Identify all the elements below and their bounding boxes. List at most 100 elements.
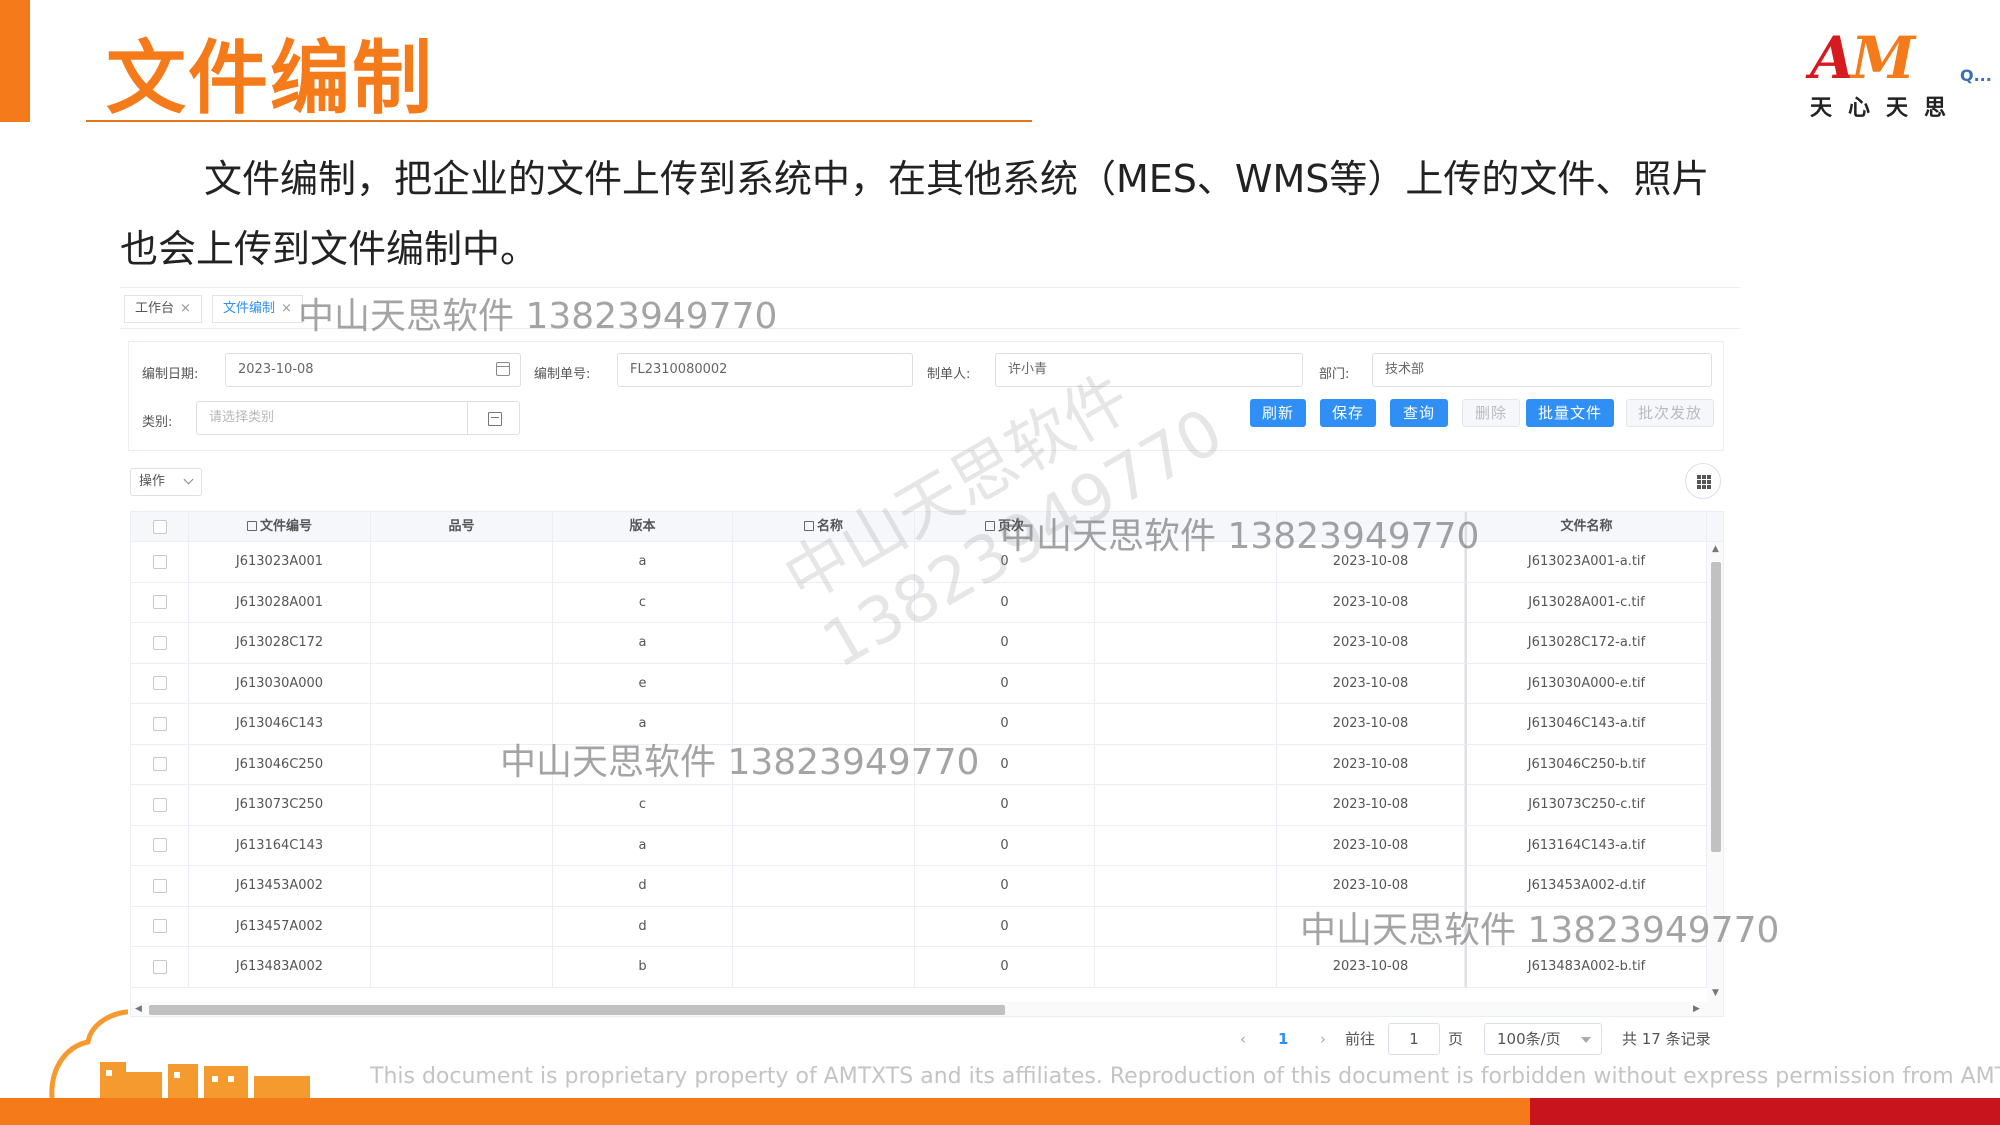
edit-icon [803,521,814,531]
cell-version: c [553,785,733,825]
order-number-field[interactable]: FL2310080002 [617,353,913,387]
scroll-right-icon[interactable]: ▶ [1693,1004,1700,1014]
checkbox[interactable] [152,554,167,569]
accent-bar [0,0,30,122]
maker-field[interactable]: 许小青 [995,353,1303,387]
checkbox[interactable] [152,519,167,534]
row-select[interactable] [131,866,189,906]
checkbox[interactable] [152,878,167,893]
date-picker[interactable]: 2023-10-08 [225,353,521,387]
cell-version: d [553,866,733,906]
title-rule [86,120,1032,122]
next-page-button[interactable]: › [1320,1023,1326,1055]
page-unit-label: 页 [1448,1030,1464,1048]
operation-dropdown[interactable]: 操作 [130,468,202,496]
refresh-button[interactable]: 刷新 [1250,399,1306,427]
cell-page: 0 [915,744,1095,785]
logo-q: Q... [1960,66,1992,85]
delete-button[interactable]: 删除 [1462,399,1520,427]
row-select[interactable] [131,663,189,704]
batch-file-button[interactable]: 批量文件 [1526,399,1614,427]
header-file-code[interactable]: 文件编号 [189,512,371,542]
category-select[interactable]: 请选择类别 [196,401,520,435]
row-select[interactable] [131,825,189,866]
cell-date: 2023-10-08 [1277,582,1465,623]
cell-file-code: J613028C172 [189,623,371,663]
edit-icon [984,521,995,531]
row-select[interactable] [131,785,189,825]
checkbox[interactable] [152,595,167,609]
vertical-scroll-thumb[interactable] [1711,562,1721,852]
cell-file-code: J613030A000 [189,663,371,704]
row-select[interactable] [131,947,189,987]
table-row[interactable]: J613453A002 d 0 2023-10-08 J613453A002-d.tif [131,866,1723,907]
horizontal-scrollbar[interactable]: ◀ ▶ [131,1002,1723,1016]
header-page[interactable]: 页次 [915,512,1095,542]
page-number[interactable]: 1 [1278,1023,1288,1055]
checkbox[interactable] [152,838,167,852]
row-select[interactable] [131,906,189,947]
table-row[interactable]: J613046C250 0 2023-10-08 J613046C250-b.tif [131,744,1723,785]
header-file-name[interactable]: 文件名称 [1465,512,1707,542]
table-row[interactable]: J613028C172 a 0 2023-10-08 J613028C172-a.tif [131,623,1723,664]
checkbox[interactable] [152,919,167,933]
scroll-up-icon[interactable]: ▲ [1712,544,1719,554]
page-size-select[interactable]: 100条/页 [1484,1023,1602,1055]
checkbox[interactable] [152,757,167,771]
tab-workbench-label: 工作台 [135,301,175,316]
table-row[interactable]: J613073C250 c 0 2023-10-08 J613073C250-c.tif [131,785,1723,826]
header-version[interactable]: 版本 [553,512,733,542]
row-select[interactable] [131,744,189,785]
row-select[interactable] [131,623,189,663]
batch-issue-button[interactable]: 批次发放 [1626,399,1714,427]
prev-page-button[interactable]: ‹ [1240,1023,1246,1055]
footer-band-orange [0,1098,1530,1125]
checkbox[interactable] [152,959,167,974]
table-row[interactable]: J613046C143 a 0 2023-10-08 J613046C143-a.tif [131,704,1723,745]
checkbox[interactable] [152,716,167,731]
intro-paragraph: 文件编制，把企业的文件上传到系统中，在其他系统（MES、WMS等）上传的文件、照… [120,157,1710,271]
cell-file-name [1465,906,1707,947]
category-label: 类别: [142,415,173,430]
cell-file-name: J613483A002-b.tif [1465,947,1707,987]
row-select[interactable] [131,582,189,623]
app-screenshot: 工作台 × 文件编制 × 编制日期: 2023-10-08 编制单号: FL2310… [120,287,1779,1055]
dept-field[interactable]: 技术部 [1372,353,1712,387]
checkbox[interactable] [152,635,167,650]
header-col-7[interactable] [1277,512,1465,542]
goto-page-input[interactable]: 1 [1388,1023,1440,1055]
save-button[interactable]: 保存 [1320,399,1376,427]
footer-band-red [1530,1098,2000,1125]
header-select-all[interactable] [131,512,189,542]
cell-page: 0 [915,623,1095,663]
cell-page: 0 [915,785,1095,825]
table-row[interactable]: J613457A002 d 0 [131,906,1723,947]
header-part-no[interactable]: 品号 [371,512,553,542]
table-row[interactable]: J613164C143 a 0 2023-10-08 J613164C143-a.tif [131,825,1723,866]
header-file-code-label: 文件编号 [259,519,312,534]
vertical-scrollbar[interactable]: ▲ ▼ [1707,542,1723,1002]
page-size-value: 100条/页 [1497,1030,1561,1048]
cell-version [553,744,733,785]
close-icon[interactable]: × [281,301,292,316]
cell-part-no [371,623,553,663]
query-button[interactable]: 查询 [1390,399,1448,427]
close-icon[interactable]: × [180,301,191,316]
cell-part-no [371,866,553,906]
row-select[interactable] [131,542,189,582]
scroll-down-icon[interactable]: ▼ [1712,988,1719,998]
table-row[interactable]: J613483A002 b 0 2023-10-08 J613483A002-b.tif [131,947,1723,988]
tab-file-compile[interactable]: 文件编制 × [212,295,303,323]
column-settings-button[interactable] [1685,463,1721,499]
table-row[interactable]: J613023A001 a 0 2023-10-08 J613023A001-a.tif [131,542,1723,583]
table-row[interactable]: J613030A000 e 0 2023-10-08 J613030A000-e.tif [131,663,1723,704]
list-icon[interactable] [467,402,519,434]
table-row[interactable]: J613028A001 c 0 2023-10-08 J613028A001-c.tif [131,582,1723,623]
row-select[interactable] [131,704,189,744]
checkbox[interactable] [152,797,167,812]
cell-col-6 [1095,906,1277,947]
header-name[interactable]: 名称 [733,512,915,542]
header-col-6[interactable] [1095,512,1277,542]
tab-workbench[interactable]: 工作台 × [124,295,202,323]
checkbox[interactable] [152,676,167,690]
